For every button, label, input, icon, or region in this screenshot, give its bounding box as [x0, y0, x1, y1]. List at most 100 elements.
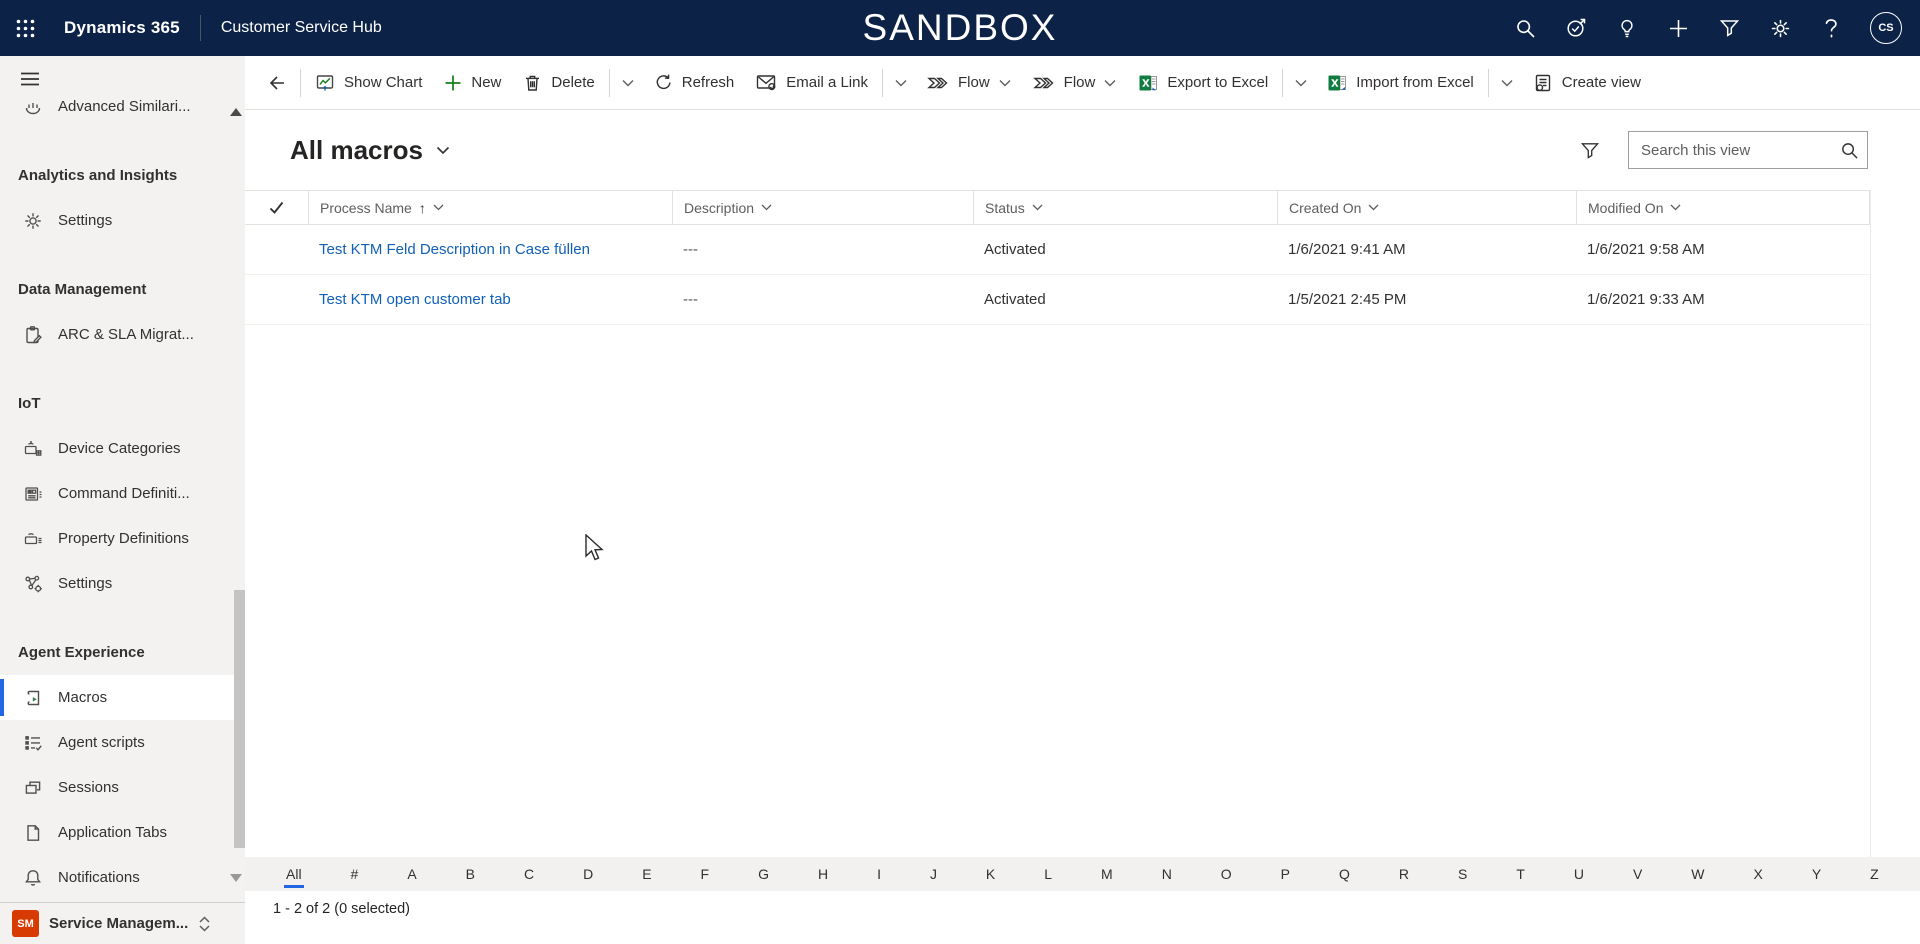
- import-from-excel-button[interactable]: Import from Excel: [1316, 56, 1485, 110]
- alpha-d[interactable]: D: [580, 864, 596, 884]
- alpha-k[interactable]: K: [983, 864, 998, 884]
- waffle-menu-icon[interactable]: [0, 0, 50, 56]
- search-icon[interactable]: [1513, 16, 1537, 40]
- alpha-f[interactable]: F: [698, 864, 713, 884]
- app-name[interactable]: Customer Service Hub: [221, 19, 382, 37]
- alpha-y[interactable]: Y: [1809, 864, 1824, 884]
- column-header-created-on[interactable]: Created On: [1277, 191, 1576, 224]
- alpha-z[interactable]: Z: [1867, 864, 1882, 884]
- chevron-down-icon: [1104, 79, 1116, 87]
- view-selector[interactable]: All macros: [290, 135, 450, 166]
- chevron-down-icon: [1501, 79, 1513, 87]
- alpha-l[interactable]: L: [1041, 864, 1055, 884]
- hamburger-menu-icon[interactable]: [12, 62, 48, 96]
- export-to-excel-button[interactable]: Export to Excel: [1127, 56, 1279, 110]
- delete-overflow-chevron[interactable]: [613, 56, 643, 110]
- sitemap-sidebar: Advanced Similari... Analytics and Insig…: [0, 56, 245, 944]
- column-header-description[interactable]: Description: [672, 191, 973, 224]
- new-button[interactable]: New: [433, 56, 512, 110]
- filter-icon[interactable]: [1717, 16, 1741, 40]
- email-overflow-chevron[interactable]: [886, 56, 916, 110]
- sidebar-item-sessions[interactable]: Sessions: [0, 765, 245, 810]
- macro-link[interactable]: Test KTM Feld Description in Case füllen: [308, 241, 672, 258]
- created-on-cell: 1/6/2021 9:41 AM: [1277, 241, 1576, 258]
- alpha-m[interactable]: M: [1098, 864, 1116, 884]
- help-icon[interactable]: [1819, 16, 1843, 40]
- alpha-i[interactable]: I: [874, 864, 884, 884]
- grid-filter-icon[interactable]: [1576, 136, 1604, 164]
- alpha-e[interactable]: E: [639, 864, 654, 884]
- sidebar-item-label: Sessions: [58, 779, 119, 796]
- dynamics-brand[interactable]: Dynamics 365: [64, 18, 180, 38]
- sidebar-item-arc-sla-migration[interactable]: ARC & SLA Migrat...: [0, 312, 245, 357]
- sidebar-item-command-definitions[interactable]: Command Definiti...: [0, 471, 245, 516]
- sidebar-item-advanced-similarity[interactable]: Advanced Similari...: [0, 100, 245, 129]
- alpha-w[interactable]: W: [1688, 864, 1707, 884]
- task-check-icon[interactable]: [1564, 16, 1588, 40]
- import-overflow-chevron[interactable]: [1492, 56, 1522, 110]
- alpha-h[interactable]: H: [815, 864, 831, 884]
- alpha-r[interactable]: R: [1396, 864, 1412, 884]
- show-chart-button[interactable]: Show Chart: [304, 56, 433, 110]
- add-icon[interactable]: [1666, 16, 1690, 40]
- sidebar-section-data-management: Data Management: [0, 267, 245, 312]
- alpha-g[interactable]: G: [755, 864, 772, 884]
- flow-button-1[interactable]: Flow: [916, 56, 1022, 110]
- table-row[interactable]: Test KTM Feld Description in Case füllen…: [245, 225, 1870, 275]
- alpha-all[interactable]: All: [283, 864, 305, 884]
- lightbulb-icon[interactable]: [1615, 16, 1639, 40]
- export-overflow-chevron[interactable]: [1286, 56, 1316, 110]
- chevron-down-icon: [895, 79, 907, 87]
- alpha-v[interactable]: V: [1630, 864, 1645, 884]
- select-all-checkbox[interactable]: [245, 191, 308, 224]
- sidebar-scroll-up-icon[interactable]: [230, 108, 242, 116]
- sidebar-item-analytics-settings[interactable]: Settings: [0, 198, 245, 243]
- table-row[interactable]: Test KTM open customer tab --- Activated…: [245, 275, 1870, 325]
- sidebar-item-notifications[interactable]: Notifications: [0, 855, 245, 900]
- alphabet-jump-bar: All # A B C D E F G H I J K L M N O P Q …: [245, 857, 1920, 891]
- macro-link[interactable]: Test KTM open customer tab: [308, 291, 672, 308]
- sidebar-item-label: Settings: [58, 212, 112, 229]
- status-cell: Activated: [973, 291, 1277, 308]
- search-icon[interactable]: [1840, 141, 1859, 160]
- alpha-j[interactable]: J: [927, 864, 940, 884]
- alpha-x[interactable]: X: [1751, 864, 1766, 884]
- email-a-link-button[interactable]: Email a Link: [745, 56, 879, 110]
- sidebar-scrollbar-thumb[interactable]: [234, 590, 245, 848]
- sidebar-item-application-tabs[interactable]: Application Tabs: [0, 810, 245, 855]
- sidebar-item-property-definitions[interactable]: Property Definitions: [0, 516, 245, 561]
- macros-icon: [22, 688, 44, 708]
- alpha-q[interactable]: Q: [1336, 864, 1353, 884]
- alpha-t[interactable]: T: [1513, 864, 1528, 884]
- alpha-n[interactable]: N: [1159, 864, 1175, 884]
- delete-button[interactable]: Delete: [512, 56, 605, 110]
- sidebar-item-agent-scripts[interactable]: Agent scripts: [0, 720, 245, 765]
- alpha-a[interactable]: A: [404, 864, 419, 884]
- gear-icon[interactable]: [1768, 16, 1792, 40]
- view-header: All macros: [245, 110, 1920, 190]
- alpha-hash[interactable]: #: [348, 864, 362, 884]
- alpha-o[interactable]: O: [1218, 864, 1235, 884]
- flow-button-2[interactable]: Flow: [1022, 56, 1128, 110]
- search-this-view-input[interactable]: [1641, 142, 1840, 159]
- column-header-status[interactable]: Status: [973, 191, 1277, 224]
- alpha-u[interactable]: U: [1571, 864, 1587, 884]
- email-link-icon: [756, 73, 777, 92]
- agent-scripts-icon: [22, 733, 44, 753]
- column-header-process-name[interactable]: Process Name ↑: [308, 191, 672, 224]
- area-switcher[interactable]: SM Service Managem...: [0, 902, 245, 944]
- alpha-c[interactable]: C: [521, 864, 537, 884]
- sidebar-scroll-down-icon[interactable]: [230, 874, 242, 882]
- alpha-p[interactable]: P: [1278, 864, 1293, 884]
- account-avatar[interactable]: CS: [1870, 12, 1902, 44]
- refresh-button[interactable]: Refresh: [643, 56, 746, 110]
- alpha-b[interactable]: B: [463, 864, 478, 884]
- sidebar-item-device-categories[interactable]: Device Categories: [0, 426, 245, 471]
- column-header-modified-on[interactable]: Modified On: [1576, 191, 1870, 224]
- sidebar-item-macros[interactable]: Macros: [0, 675, 245, 720]
- create-view-button[interactable]: Create view: [1522, 56, 1652, 110]
- sidebar-item-iot-settings[interactable]: Settings: [0, 561, 245, 606]
- flow-icon: [927, 73, 949, 93]
- back-button[interactable]: [255, 56, 297, 110]
- alpha-s[interactable]: S: [1455, 864, 1470, 884]
